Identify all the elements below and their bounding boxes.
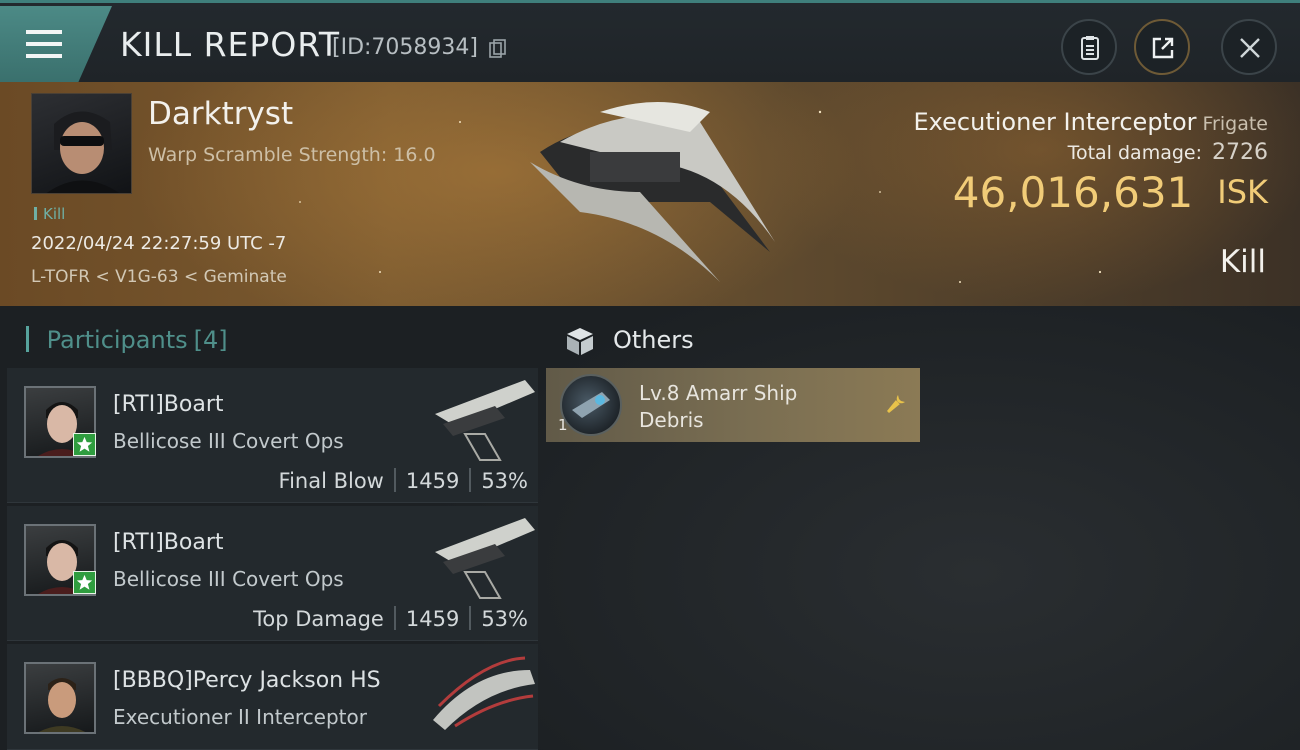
isk-value: 46,016,631 bbox=[952, 168, 1194, 217]
participant-name[interactable]: [RTI]Boart bbox=[113, 392, 223, 417]
result-label: Kill bbox=[1219, 244, 1266, 280]
share-button[interactable] bbox=[1134, 19, 1190, 75]
victim-portrait[interactable] bbox=[31, 93, 132, 194]
avatar[interactable] bbox=[24, 662, 96, 734]
kill-tag: Kill bbox=[34, 205, 65, 223]
participant-ship: Executioner II Interceptor bbox=[113, 705, 367, 729]
participant-row[interactable]: [RTI]Boart Bellicose III Covert Ops Fina… bbox=[7, 368, 538, 503]
victim-name[interactable]: Darktryst bbox=[148, 96, 293, 132]
victim-ship-image bbox=[530, 102, 775, 282]
participant-percent: 53% bbox=[481, 469, 528, 493]
loot-item-name: Lv.8 Amarr Ship Debris bbox=[639, 381, 798, 432]
star-icon bbox=[76, 436, 93, 452]
copy-icon[interactable] bbox=[489, 39, 507, 59]
share-icon bbox=[1152, 37, 1174, 59]
victim-ship-name[interactable]: Executioner Interceptor bbox=[914, 108, 1197, 136]
pilot-avatar-image bbox=[46, 111, 119, 193]
participant-role: Final Blow bbox=[278, 469, 384, 493]
star-badge bbox=[73, 571, 96, 594]
star-badge bbox=[73, 433, 96, 456]
close-icon bbox=[1240, 38, 1260, 58]
loot-item[interactable]: 1 Lv.8 Amarr Ship Debris bbox=[546, 368, 920, 442]
pilot-avatar-image bbox=[38, 678, 86, 732]
menu-icon bbox=[26, 30, 62, 58]
others-title: Others bbox=[613, 326, 694, 354]
star-icon bbox=[76, 574, 93, 590]
victim-ship-class: Frigate bbox=[1202, 113, 1268, 135]
loot-item-image bbox=[560, 374, 622, 436]
participant-name[interactable]: [BBBQ]Percy Jackson HS bbox=[113, 668, 381, 693]
kill-location: L-TOFR < V1G-63 < Geminate bbox=[31, 267, 287, 287]
participant-ship-image bbox=[435, 380, 535, 461]
participant-ship-image bbox=[433, 656, 535, 730]
kill-datetime: 2022/04/24 22:27:59 UTC -7 bbox=[31, 233, 287, 254]
total-damage: Total damage: 2726 bbox=[1068, 140, 1268, 165]
kill-summary-banner: Darktryst Warp Scramble Strength: 16.0 K… bbox=[0, 82, 1300, 306]
participants-title: Participants bbox=[46, 326, 188, 354]
participant-ship: Bellicose III Covert Ops bbox=[113, 429, 344, 453]
report-details: Participants [4] [RTI]Boart Bellicose III… bbox=[0, 306, 1300, 750]
menu-button[interactable] bbox=[0, 6, 112, 82]
debris-thumbnail bbox=[572, 392, 610, 418]
wrench-icon[interactable] bbox=[884, 392, 908, 416]
participants-header: Participants [4] bbox=[26, 326, 228, 354]
participant-damage: 1459 bbox=[405, 469, 460, 493]
cube-icon bbox=[567, 328, 593, 355]
isk-value-line: 46,016,631 ISK bbox=[953, 168, 1268, 217]
report-id: [ID:7058934] bbox=[332, 35, 478, 60]
participant-ship: Bellicose III Covert Ops bbox=[113, 567, 344, 591]
top-bar: KILL REPORT [ID:7058934] bbox=[0, 0, 1300, 82]
total-damage-value: 2726 bbox=[1212, 140, 1268, 165]
clipboard-button[interactable] bbox=[1061, 19, 1117, 75]
participant-damage: 1459 bbox=[405, 607, 460, 631]
participant-row[interactable]: [RTI]Boart Bellicose III Covert Ops Top … bbox=[7, 506, 538, 641]
close-button[interactable] bbox=[1221, 19, 1277, 75]
isk-unit: ISK bbox=[1217, 173, 1268, 211]
victim-ship-line: Executioner Interceptor Frigate bbox=[914, 108, 1268, 136]
participant-ship-image bbox=[435, 518, 535, 599]
participant-stats: Top Damage 1459 53% bbox=[253, 606, 528, 631]
loot-item-quantity: 1 bbox=[558, 416, 568, 434]
participants-count: [4] bbox=[193, 326, 228, 354]
participant-percent: 53% bbox=[481, 607, 528, 631]
total-damage-label: Total damage: bbox=[1067, 142, 1202, 164]
participant-row[interactable]: [BBBQ]Percy Jackson HS Executioner II In… bbox=[7, 644, 538, 750]
page-title: KILL REPORT bbox=[120, 25, 340, 64]
participant-name[interactable]: [RTI]Boart bbox=[113, 530, 223, 555]
participant-role: Top Damage bbox=[253, 607, 384, 631]
clipboard-icon bbox=[1081, 36, 1099, 60]
warp-scramble-strength: Warp Scramble Strength: 16.0 bbox=[148, 144, 436, 166]
participant-stats: Final Blow 1459 53% bbox=[279, 468, 528, 493]
